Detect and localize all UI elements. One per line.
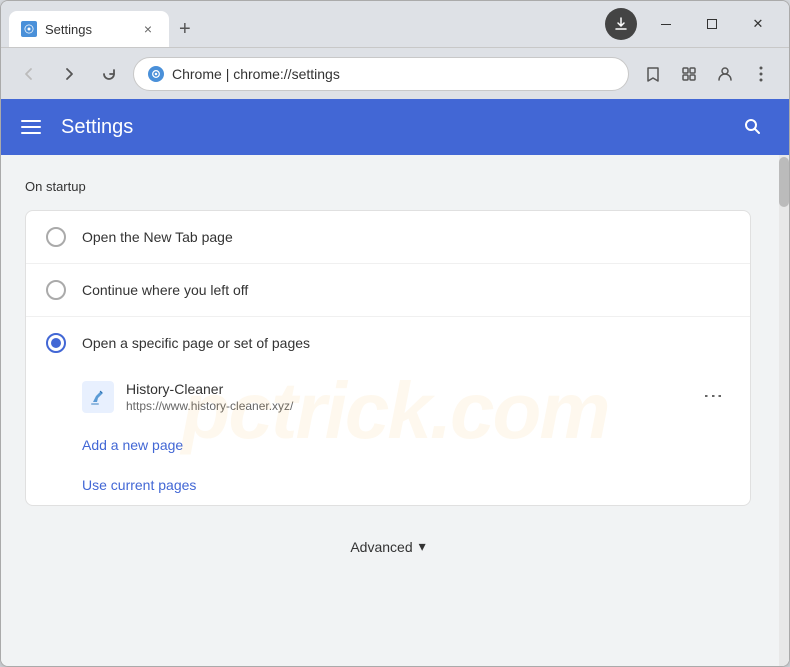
startup-card: Open the New Tab page Continue where you… xyxy=(25,210,751,506)
startup-page-item: History-Cleaner https://www.history-clea… xyxy=(26,369,750,425)
menu-button[interactable] xyxy=(745,58,777,90)
maximize-button[interactable] xyxy=(689,8,735,40)
browser-actions xyxy=(637,58,777,90)
radio-circle-continue xyxy=(46,280,66,300)
url-text: Chrome | chrome://settings xyxy=(172,66,614,82)
page-content: Settings pctrick.com On startup xyxy=(1,99,789,666)
use-current-pages-button[interactable]: Use current pages xyxy=(26,465,750,505)
hamburger-menu-button[interactable] xyxy=(17,116,45,138)
radio-option-new-tab[interactable]: Open the New Tab page xyxy=(26,211,750,263)
page-item-url: https://www.history-cleaner.xyz/ xyxy=(126,399,686,413)
hamburger-line-1 xyxy=(21,120,41,122)
settings-header: Settings xyxy=(1,99,789,155)
hamburger-line-2 xyxy=(21,126,41,128)
active-tab[interactable]: Settings × xyxy=(9,11,169,47)
page-item-icon xyxy=(82,381,114,413)
scrollbar-track[interactable] xyxy=(779,155,789,666)
address-bar: Chrome | chrome://settings xyxy=(1,47,789,99)
back-button[interactable] xyxy=(13,58,45,90)
advanced-section: Advanced ▾ xyxy=(25,506,751,587)
page-item-info: History-Cleaner https://www.history-clea… xyxy=(126,381,686,413)
radio-label-specific: Open a specific page or set of pages xyxy=(82,335,310,351)
page-item-name: History-Cleaner xyxy=(126,381,686,397)
settings-main: pctrick.com On startup Open the New Tab … xyxy=(1,155,789,666)
title-bar: Settings × + ✕ xyxy=(1,1,789,47)
scrollbar-thumb[interactable] xyxy=(779,157,789,207)
url-favicon xyxy=(148,66,164,82)
settings-search-button[interactable] xyxy=(733,107,773,147)
bookmark-button[interactable] xyxy=(637,58,669,90)
radio-circle-new-tab xyxy=(46,227,66,247)
radio-circle-specific xyxy=(46,333,66,353)
advanced-button[interactable]: Advanced ▾ xyxy=(334,530,441,563)
tab-title: Settings xyxy=(45,22,131,37)
advanced-label: Advanced xyxy=(350,539,412,555)
reload-button[interactable] xyxy=(93,58,125,90)
profile-button[interactable] xyxy=(709,58,741,90)
radio-label-continue: Continue where you left off xyxy=(82,282,248,298)
radio-option-specific[interactable]: Open a specific page or set of pages xyxy=(26,316,750,369)
radio-inner-specific xyxy=(51,338,61,348)
history-cleaner-icon-svg xyxy=(86,385,110,409)
url-bar[interactable]: Chrome | chrome://settings xyxy=(133,57,629,91)
radio-label-new-tab: Open the New Tab page xyxy=(82,229,233,245)
url-site-name: Chrome xyxy=(172,66,222,82)
hamburger-line-3 xyxy=(21,132,41,134)
minimize-button[interactable] xyxy=(643,8,689,40)
tab-close-button[interactable]: × xyxy=(139,20,157,38)
close-button[interactable]: ✕ xyxy=(735,8,781,40)
settings-page-title: Settings xyxy=(61,116,717,139)
new-tab-button[interactable]: + xyxy=(173,12,197,47)
browser-window: Settings × + ✕ xyxy=(0,0,790,667)
url-path: chrome://settings xyxy=(233,66,340,82)
section-title: On startup xyxy=(25,179,751,194)
add-new-page-button[interactable]: Add a new page xyxy=(26,425,750,465)
tab-favicon xyxy=(21,21,37,37)
download-indicator[interactable] xyxy=(605,8,637,40)
extensions-button[interactable] xyxy=(673,58,705,90)
tabs-area: Settings × + xyxy=(9,1,599,47)
radio-option-continue[interactable]: Continue where you left off xyxy=(26,263,750,316)
settings-body: pctrick.com On startup Open the New Tab … xyxy=(1,155,789,666)
forward-button[interactable] xyxy=(53,58,85,90)
page-item-more-button[interactable]: ⋮ xyxy=(698,381,730,413)
chevron-down-icon: ▾ xyxy=(419,538,426,555)
